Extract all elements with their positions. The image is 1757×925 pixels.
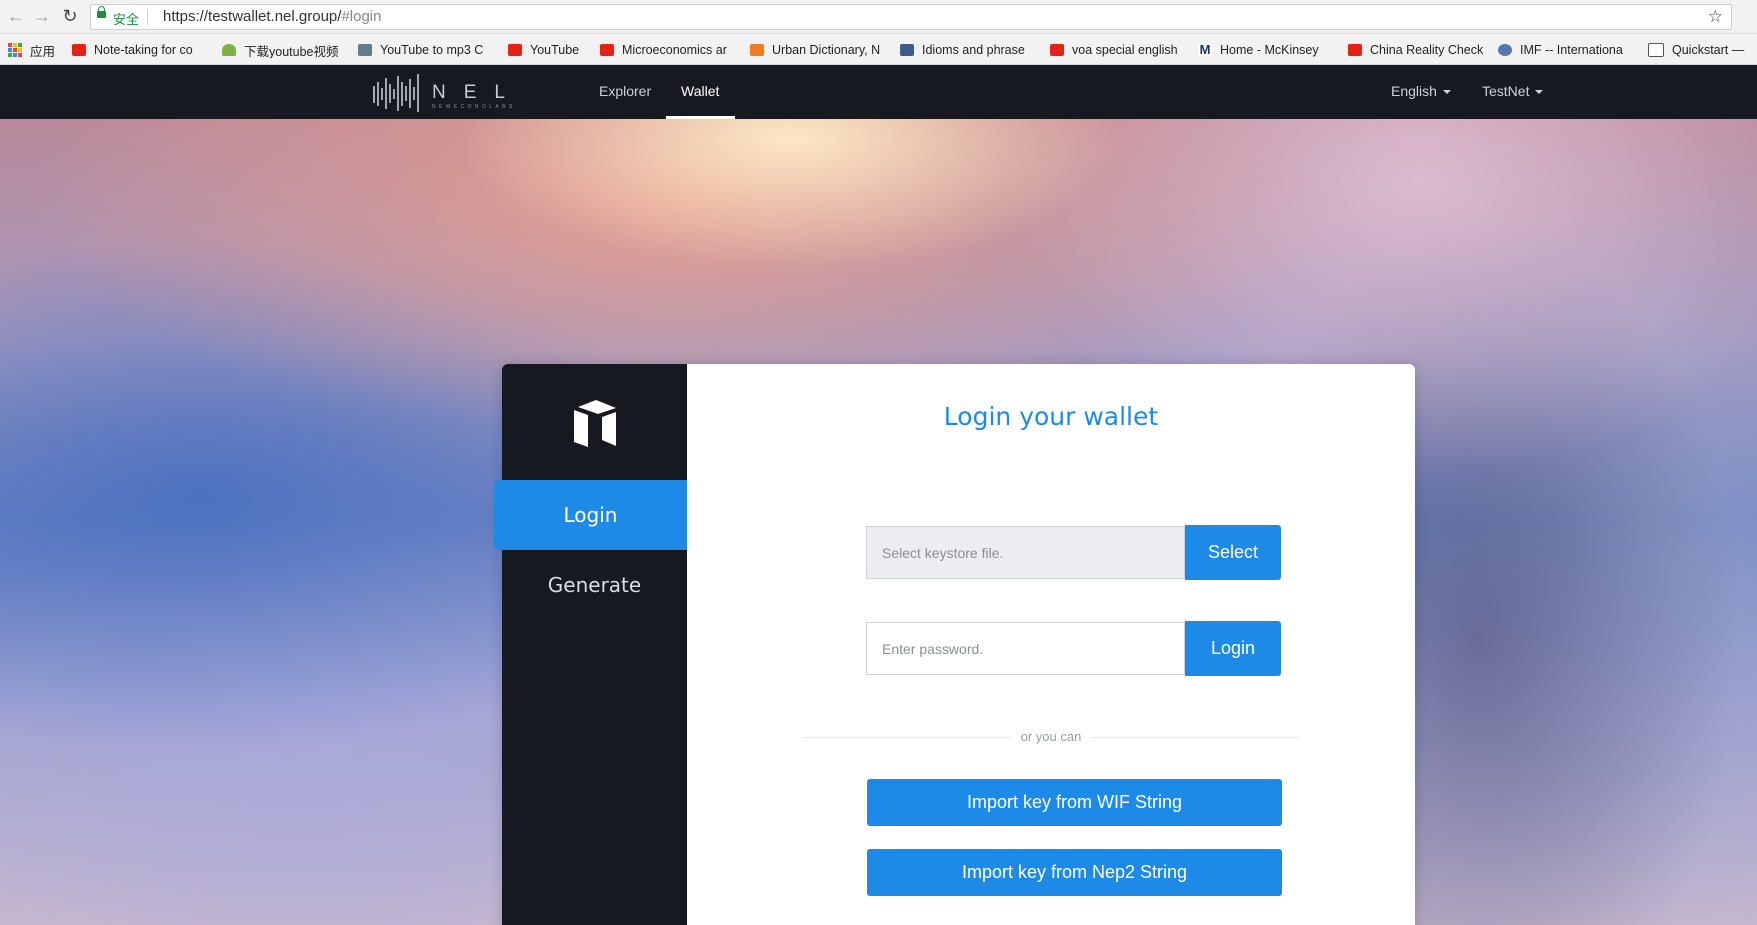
apps-grid-icon xyxy=(8,43,22,57)
mp3-icon xyxy=(358,44,372,56)
password-field[interactable] xyxy=(866,622,1185,675)
bookmark-idioms[interactable]: Idioms and phrase xyxy=(900,42,1038,58)
bookmark-imf[interactable]: IMF -- Internationa xyxy=(1498,42,1636,58)
blurred-background: Login Generate Login your wallet Select … xyxy=(0,119,1757,925)
quickstart-icon xyxy=(1648,43,1664,57)
sidebar-item-generate[interactable]: Generate xyxy=(502,550,687,620)
svg-text:NEL: NEL xyxy=(432,82,523,103)
forward-arrow-icon[interactable]: → xyxy=(32,6,52,26)
nav-explorer-link[interactable]: Explorer xyxy=(599,83,651,99)
network-dropdown[interactable]: TestNet xyxy=(1482,83,1544,99)
import-nep2-button[interactable]: Import key from Nep2 String xyxy=(867,849,1282,896)
language-dropdown[interactable]: English xyxy=(1391,83,1451,99)
select-keystore-button[interactable]: Select xyxy=(1185,525,1281,580)
browser-toolbar: ← → ↻ 安全 https://testwallet.nel.group/#l… xyxy=(0,0,1757,34)
page-title: Login your wallet xyxy=(943,402,1159,431)
bookmark-apps[interactable]: 应用 xyxy=(8,42,63,58)
or-you-can-text: or you can xyxy=(1020,729,1082,744)
web-page: NEL NEWECONOLABS Explorer Wallet English… xyxy=(0,65,1757,925)
neo-logo-icon xyxy=(574,400,616,447)
url-text: https://testwallet.nel.group/#login xyxy=(163,8,382,25)
bookmark-microeconomics[interactable]: Microeconomics ar xyxy=(600,42,736,58)
youtube-icon xyxy=(1348,44,1362,56)
bookmark-note-taking[interactable]: Note-taking for co xyxy=(72,42,208,58)
svg-text:NEWECONOLABS: NEWECONOLABS xyxy=(432,104,516,110)
imf-icon xyxy=(1498,44,1512,56)
bookmark-urban-dictionary[interactable]: Urban Dictionary, N xyxy=(750,42,888,58)
caret-down-icon xyxy=(1535,90,1544,95)
mckinsey-icon: M xyxy=(1198,42,1212,57)
sidebar-item-login[interactable]: Login xyxy=(494,480,687,550)
login-panel: Login your wallet Select Login or you ca… xyxy=(687,364,1415,925)
nav-wallet-link[interactable]: Wallet xyxy=(681,83,719,99)
back-arrow-icon[interactable]: ← xyxy=(6,6,26,26)
reload-icon[interactable]: ↻ xyxy=(60,6,80,26)
import-wif-button[interactable]: Import key from WIF String xyxy=(867,779,1282,826)
lock-icon xyxy=(97,6,106,18)
bookmark-star-icon[interactable]: ☆ xyxy=(1708,7,1723,27)
site-navbar: NEL NEWECONOLABS Explorer Wallet English… xyxy=(0,65,1757,119)
bookmarks-bar: 应用 Note-taking for co 下载youtube视频 YouTub… xyxy=(0,34,1757,65)
bookmark-quickstart[interactable]: Quickstart — xyxy=(1648,42,1757,58)
download-icon xyxy=(222,44,236,56)
keystore-file-field[interactable] xyxy=(866,526,1185,579)
login-card: Login Generate Login your wallet Select … xyxy=(494,364,1415,925)
bookmark-mckinsey[interactable]: M Home - McKinsey xyxy=(1198,42,1334,58)
wallet-sidebar: Login Generate xyxy=(494,364,687,925)
address-bar[interactable]: 安全 https://testwallet.nel.group/#login ☆ xyxy=(90,4,1732,30)
caret-down-icon xyxy=(1442,90,1451,95)
youtube-icon xyxy=(72,44,86,56)
youtube-icon xyxy=(600,44,614,56)
urban-dictionary-icon xyxy=(750,44,764,56)
bookmark-youtube-mp3[interactable]: YouTube to mp3 C xyxy=(358,42,492,58)
youtube-icon xyxy=(508,44,522,56)
bookmark-voa[interactable]: voa special english xyxy=(1050,42,1190,58)
login-button[interactable]: Login xyxy=(1185,621,1281,676)
youtube-icon xyxy=(1050,44,1064,56)
bookmark-youtube-download[interactable]: 下载youtube视频 xyxy=(222,42,346,58)
idioms-icon xyxy=(900,44,914,56)
nel-logo[interactable]: NEL NEWECONOLABS xyxy=(372,73,537,113)
secure-label: 安全 xyxy=(113,12,140,27)
bookmark-china-reality[interactable]: China Reality Check xyxy=(1348,42,1488,58)
bookmark-youtube[interactable]: YouTube xyxy=(508,42,590,58)
